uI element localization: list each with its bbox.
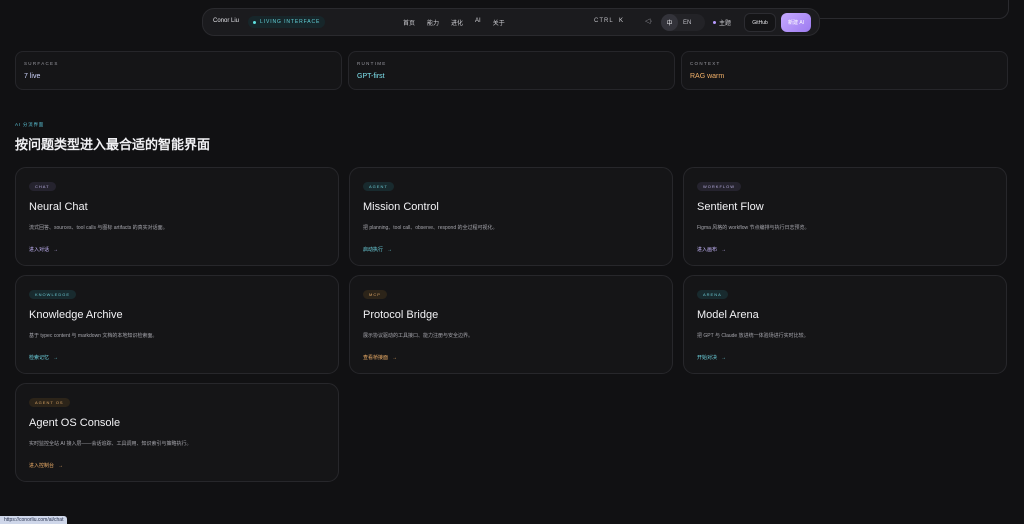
nav-link-evolution[interactable]: 进化 xyxy=(451,18,463,27)
stat-label: RUNTIME xyxy=(357,61,387,66)
card-model-arena[interactable]: ARENA Model Arena 把 GPT 与 Claude 放进统一体验场… xyxy=(683,275,1007,374)
card-tag: MCP xyxy=(363,290,387,299)
card-description: 流式回答、sources、tool calls 与图标 artifacts 的真… xyxy=(29,225,168,231)
card-title: Neural Chat xyxy=(29,201,88,213)
theme-toggle[interactable]: 主题 xyxy=(713,18,731,27)
stat-label: CONTEXT xyxy=(690,61,721,66)
shortcut-ctrl[interactable]: CTRL xyxy=(594,18,614,24)
new-ai-button[interactable]: 新建 AI xyxy=(781,13,811,32)
live-dot-icon xyxy=(253,20,256,24)
card-tag: KNOWLEDGE xyxy=(29,290,77,299)
card-cta-link[interactable]: 查看桥接面 → xyxy=(363,354,397,361)
card-cta-label: 进入画布 xyxy=(697,247,718,253)
card-cta-link[interactable]: 检索记忆 → xyxy=(29,354,58,361)
nav-link-ai[interactable]: AI xyxy=(475,18,481,27)
card-sentient-flow[interactable]: WORKFLOW Sentient Flow Figma 风格的 workflo… xyxy=(683,167,1007,266)
nav-link-capabilities[interactable]: 能力 xyxy=(427,18,439,27)
status-bar-url: https://conorliu.com/ai/chat xyxy=(0,516,68,524)
card-cta-label: 启动执行 xyxy=(363,247,384,253)
card-cta-link[interactable]: 进入控制台 → xyxy=(29,462,63,469)
card-tag: WORKFLOW xyxy=(697,182,741,191)
card-title: Mission Control xyxy=(363,201,439,213)
arrow-right-icon: → xyxy=(53,247,59,253)
stat-value: GPT-first xyxy=(357,73,385,80)
nav-link-home[interactable]: 首页 xyxy=(403,18,415,27)
card-title: Sentient Flow xyxy=(697,201,764,213)
card-mission-control[interactable]: AGENT Mission Control 把 planning、tool ca… xyxy=(349,167,673,266)
arrow-right-icon: → xyxy=(721,355,727,361)
living-interface-label: LIVING INTERFACE xyxy=(260,19,321,25)
card-description: 把 GPT 与 Claude 放进统一体验场进行实时比较。 xyxy=(697,333,809,339)
card-description: 实时监控全站 AI 接入层——会话追踪、工具调用、知识索引与策略执行。 xyxy=(29,441,192,447)
card-title: Agent OS Console xyxy=(29,417,121,429)
stat-card-surfaces: SURFACES 7 live xyxy=(15,51,342,90)
github-button[interactable]: GitHub xyxy=(744,13,776,32)
card-tag: CHAT xyxy=(29,182,56,191)
arrow-right-icon: → xyxy=(58,463,64,469)
card-cta-label: 查看桥接面 xyxy=(363,355,389,361)
top-navbar: Conor Liu LIVING INTERFACE 首页 能力 进化 AI 关… xyxy=(202,8,820,36)
arrow-right-icon: → xyxy=(721,247,727,253)
theme-label: 主题 xyxy=(719,21,732,27)
section-eyebrow: AI 分流界面 xyxy=(15,122,45,127)
card-description: 展示协议驱动的工具接口、能力注册与安全边界。 xyxy=(363,333,474,339)
lang-en-option[interactable]: EN xyxy=(683,20,691,26)
card-cta-label: 进入控制台 xyxy=(29,463,55,469)
card-cta-link[interactable]: 进入对话 → xyxy=(29,246,58,253)
page-title: 按问题类型进入最合适的智能界面 xyxy=(15,137,211,152)
shortcut-k[interactable]: K xyxy=(619,18,623,24)
stat-card-runtime: RUNTIME GPT-first xyxy=(348,51,675,90)
stat-value: RAG warm xyxy=(690,73,725,80)
theme-dot-icon xyxy=(713,21,716,24)
card-description: Figma 风格的 workflow 节点编排与执行日志预览。 xyxy=(697,225,810,231)
card-agent-os-console[interactable]: AGENT OS Agent OS Console 实时监控全站 AI 接入层—… xyxy=(15,383,339,482)
nav-links: 首页 能力 进化 AI 关于 xyxy=(403,18,505,27)
stat-label: SURFACES xyxy=(24,61,59,66)
card-tag: AGENT OS xyxy=(29,398,70,407)
card-knowledge-archive[interactable]: KNOWLEDGE Knowledge Archive 基于 typec con… xyxy=(15,275,339,374)
card-tag: ARENA xyxy=(697,290,728,299)
card-cta-link[interactable]: 启动执行 → xyxy=(363,246,392,253)
card-cta-link[interactable]: 开始对决 → xyxy=(697,354,726,361)
card-description: 基于 typec content 与 markdown 文档的本地知识检索面。 xyxy=(29,333,158,339)
arrow-right-icon: → xyxy=(387,247,393,253)
card-protocol-bridge[interactable]: MCP Protocol Bridge 展示协议驱动的工具接口、能力注册与安全边… xyxy=(349,275,673,374)
card-description: 把 planning、tool call、observe、respond 的全过… xyxy=(363,225,498,231)
card-title: Model Arena xyxy=(697,309,759,321)
stat-card-context: CONTEXT RAG warm xyxy=(681,51,1008,90)
sound-icon[interactable]: ◁· xyxy=(645,17,653,25)
card-neural-chat[interactable]: CHAT Neural Chat 流式回答、sources、tool calls… xyxy=(15,167,339,266)
lang-zh-option[interactable]: 中 xyxy=(661,14,678,31)
card-title: Protocol Bridge xyxy=(363,309,439,321)
arrow-right-icon: → xyxy=(392,355,398,361)
card-cta-label: 开始对决 xyxy=(697,355,718,361)
card-tag: AGENT xyxy=(363,182,394,191)
brand-name[interactable]: Conor Liu xyxy=(213,18,239,24)
stat-value: 7 live xyxy=(24,73,41,80)
language-toggle[interactable]: 中 EN xyxy=(661,14,705,31)
top-right-panel-edge xyxy=(820,0,1009,19)
living-interface-badge: LIVING INTERFACE xyxy=(248,16,326,28)
card-cta-link[interactable]: 进入画布 → xyxy=(697,246,726,253)
card-title: Knowledge Archive xyxy=(29,309,123,321)
nav-link-about[interactable]: 关于 xyxy=(493,18,505,27)
card-cta-label: 检索记忆 xyxy=(29,355,50,361)
arrow-right-icon: → xyxy=(53,355,59,361)
card-cta-label: 进入对话 xyxy=(29,247,50,253)
